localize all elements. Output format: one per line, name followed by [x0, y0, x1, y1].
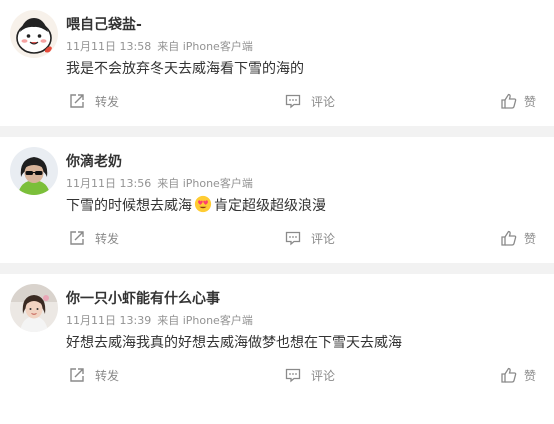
comment-label: 评论: [311, 94, 336, 109]
avatar[interactable]: [10, 10, 58, 58]
repost-button[interactable]: 转发: [68, 92, 119, 110]
avatar[interactable]: [10, 147, 58, 195]
client-source: 来自 iPhone客户端: [157, 314, 253, 327]
timestamp: 11月11日 13:56: [66, 177, 152, 190]
like-label: 赞: [524, 231, 537, 246]
section-divider: [0, 126, 554, 137]
comment-text: 下雪的时候想去威海 肯定超级超级浪漫: [66, 195, 326, 215]
comment-text: 我是不会放弃冬天去威海看下雪的海的: [66, 61, 304, 77]
comment-meta: 11月11日 13:56 来自 iPhone客户端: [66, 175, 253, 191]
like-button[interactable]: 赞: [500, 92, 536, 110]
heart-eyes-emoji-icon: [194, 195, 212, 213]
avatar[interactable]: [10, 284, 58, 332]
timestamp: 11月11日 13:39: [66, 314, 152, 327]
repost-label: 转发: [95, 94, 120, 109]
comment-card: 你一只小虾能有什么心事 11月11日 13:39 来自 iPhone客户端 好想去…: [0, 274, 554, 400]
comment-button[interactable]: 评论: [284, 92, 335, 110]
comment-label: 评论: [311, 368, 336, 383]
comment-label: 评论: [311, 231, 336, 246]
username[interactable]: 喂自己袋盐-: [66, 14, 142, 34]
repost-icon: [70, 94, 84, 108]
comment-icon: [285, 368, 301, 383]
repost-button[interactable]: 转发: [68, 229, 119, 247]
username[interactable]: 你滴老奶: [66, 151, 122, 171]
username[interactable]: 你一只小虾能有什么心事: [66, 288, 220, 308]
comment-button[interactable]: 评论: [284, 229, 335, 247]
cartoon-avatar-icon: [10, 10, 58, 58]
like-label: 赞: [524, 368, 537, 383]
action-bar: 转发 评论 赞: [0, 229, 554, 253]
timestamp: 11月11日 13:58: [66, 40, 152, 53]
thumbs-up-icon: [501, 230, 517, 246]
like-label: 赞: [524, 94, 537, 109]
like-button[interactable]: 赞: [500, 366, 536, 384]
action-bar: 转发 评论 赞: [0, 92, 554, 116]
comment-meta: 11月11日 13:39 来自 iPhone客户端: [66, 312, 253, 328]
client-source: 来自 iPhone客户端: [157, 177, 253, 190]
comment-meta: 11月11日 13:58 来自 iPhone客户端: [66, 38, 253, 54]
comment-button[interactable]: 评论: [284, 366, 335, 384]
section-divider: [0, 263, 554, 274]
photo-avatar-icon: [10, 147, 58, 195]
thumbs-up-icon: [501, 93, 517, 109]
photo-avatar-icon: [10, 284, 58, 332]
repost-button[interactable]: 转发: [68, 366, 119, 384]
thumbs-up-icon: [501, 367, 517, 383]
repost-icon: [70, 231, 84, 245]
comment-icon: [285, 94, 301, 109]
comment-card: 喂自己袋盐- 11月11日 13:58 来自 iPhone客户端 我是不会放弃冬天…: [0, 0, 554, 126]
comment-feed: 喂自己袋盐- 11月11日 13:58 来自 iPhone客户端 我是不会放弃冬天…: [0, 0, 554, 400]
comment-text-part: 下雪的时候想去威海: [66, 198, 192, 214]
repost-label: 转发: [95, 231, 120, 246]
comment-text: 好想去威海我真的好想去威海做梦也想在下雪天去威海: [66, 335, 402, 351]
comment-icon: [285, 231, 301, 246]
client-source: 来自 iPhone客户端: [157, 40, 253, 53]
repost-label: 转发: [95, 368, 120, 383]
action-bar: 转发 评论 赞: [0, 366, 554, 390]
repost-icon: [70, 368, 84, 382]
like-button[interactable]: 赞: [500, 229, 536, 247]
comment-card: 你滴老奶 11月11日 13:56 来自 iPhone客户端 下雪的时候想去威海 …: [0, 137, 554, 263]
comment-text-part: 肯定超级超级浪漫: [214, 198, 326, 214]
